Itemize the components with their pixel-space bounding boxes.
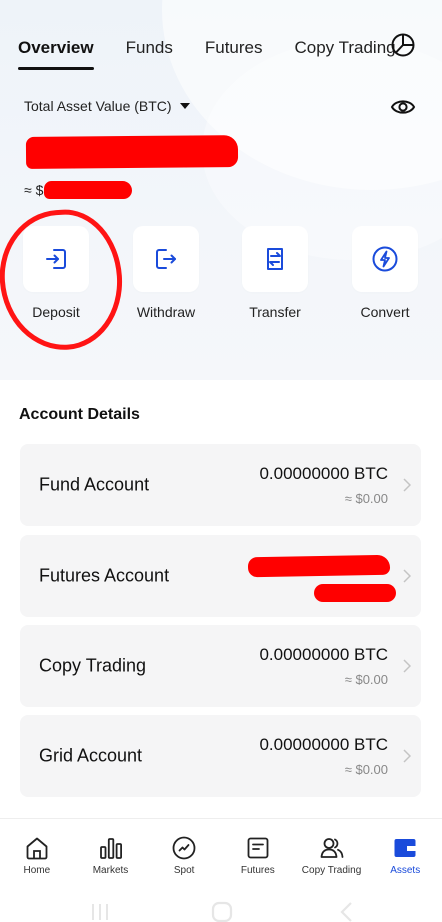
- back-button-icon[interactable]: [335, 900, 359, 922]
- account-card-fund[interactable]: Fund Account 0.00000000 BTC ≈ $0.00: [20, 444, 421, 526]
- withdraw-button[interactable]: Withdraw: [133, 226, 199, 320]
- chevron-right-icon: [403, 659, 411, 673]
- chevron-right-icon: [403, 478, 411, 492]
- approx-value-prefix: ≈ $: [24, 182, 44, 198]
- account-name: Copy Trading: [39, 655, 147, 676]
- account-name: Grid Account: [39, 745, 143, 766]
- convert-box[interactable]: [352, 226, 418, 292]
- nav-label: Spot: [173, 865, 195, 876]
- nav-label: Assets: [390, 865, 421, 876]
- home-icon: [26, 837, 48, 860]
- redaction-mark: [314, 584, 396, 602]
- redaction-mark: [247, 554, 391, 578]
- futures-icon: [247, 837, 269, 859]
- recent-apps-icon[interactable]: [88, 900, 112, 922]
- account-card-futures[interactable]: Futures Account: [20, 535, 421, 617]
- withdraw-label: Withdraw: [136, 304, 196, 320]
- nav-label: Home: [23, 865, 51, 876]
- account-usd: ≈ $0.00: [344, 762, 388, 777]
- nav-copy-trading[interactable]: Copy Trading: [295, 819, 369, 888]
- chevron-right-icon: [403, 749, 411, 763]
- account-amount: 0.00000000 BTC: [259, 645, 388, 664]
- nav-label: Copy Trading: [301, 865, 362, 876]
- account-usd: ≈ $0.00: [344, 491, 388, 506]
- eye-icon[interactable]: [390, 96, 416, 118]
- total-asset-selector[interactable]: Total Asset Value (BTC): [24, 98, 190, 114]
- pie-chart-icon[interactable]: [390, 32, 416, 58]
- nav-label: Markets: [92, 865, 129, 876]
- nav-futures[interactable]: Futures: [221, 819, 295, 888]
- caret-down-icon: [179, 103, 190, 109]
- tab-funds[interactable]: Funds: [126, 32, 173, 64]
- account-amount: 0.00000000 BTC: [259, 464, 388, 483]
- account-details-title: Account Details: [19, 406, 140, 423]
- spot-icon: [172, 836, 196, 860]
- nav-spot[interactable]: Spot: [147, 819, 221, 888]
- bottom-navigation: Home Markets Spot Futures Copy Trading A…: [0, 818, 442, 888]
- account-name: Futures Account: [39, 565, 170, 586]
- withdraw-box[interactable]: [133, 226, 199, 292]
- account-card-copy-trading[interactable]: Copy Trading 0.00000000 BTC ≈ $0.00: [20, 625, 421, 707]
- total-asset-label: Total Asset Value (BTC): [24, 98, 172, 114]
- withdraw-icon: [156, 249, 176, 269]
- top-tabs: Overview Funds Futures Copy Trading: [18, 28, 428, 70]
- copy-trading-icon: [320, 838, 343, 858]
- redaction-mark: [25, 135, 239, 169]
- account-usd: ≈ $0.00: [344, 672, 388, 687]
- nav-markets[interactable]: Markets: [74, 819, 148, 888]
- chevron-right-icon: [403, 569, 411, 583]
- tab-overview[interactable]: Overview: [18, 32, 94, 70]
- tab-futures[interactable]: Futures: [205, 32, 263, 64]
- assets-icon: [394, 839, 416, 857]
- system-navigation-bar: [0, 888, 442, 922]
- convert-label: Convert: [360, 304, 410, 320]
- markets-icon: [99, 838, 122, 859]
- nav-label: Futures: [240, 865, 275, 876]
- transfer-box[interactable]: [242, 226, 308, 292]
- tab-copy-trading[interactable]: Copy Trading: [295, 32, 396, 64]
- transfer-label: Transfer: [249, 304, 301, 320]
- redaction-mark: [44, 181, 132, 199]
- transfer-button[interactable]: Transfer: [242, 226, 308, 320]
- nav-assets[interactable]: Assets: [368, 819, 442, 888]
- account-card-grid[interactable]: Grid Account 0.00000000 BTC ≈ $0.00: [20, 715, 421, 797]
- convert-button[interactable]: Convert: [352, 226, 418, 320]
- convert-icon: [372, 246, 398, 272]
- nav-home[interactable]: Home: [0, 819, 74, 888]
- account-name: Fund Account: [39, 474, 150, 495]
- home-button-icon[interactable]: [210, 900, 234, 922]
- account-amount: 0.00000000 BTC: [259, 735, 388, 754]
- transfer-icon: [267, 248, 283, 270]
